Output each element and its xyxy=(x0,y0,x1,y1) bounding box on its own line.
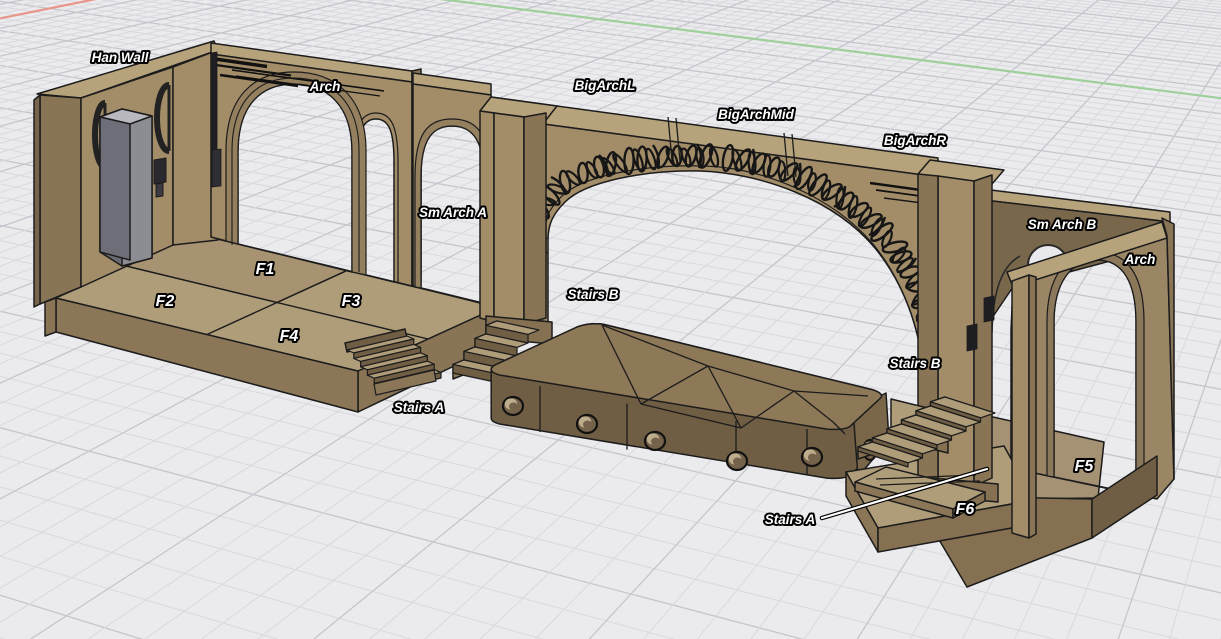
svg-text:F1: F1 xyxy=(256,261,275,278)
svg-text:Stairs B: Stairs B xyxy=(889,356,940,371)
svg-text:BigArchL: BigArchL xyxy=(575,78,636,93)
svg-text:Arch: Arch xyxy=(1124,252,1156,267)
svg-text:Stairs A: Stairs A xyxy=(394,400,445,415)
svg-text:Sm Arch B: Sm Arch B xyxy=(1028,217,1097,232)
svg-text:Stairs B: Stairs B xyxy=(567,287,618,302)
svg-text:F3: F3 xyxy=(342,293,361,310)
svg-text:F5: F5 xyxy=(1075,458,1095,475)
svg-text:F4: F4 xyxy=(280,328,299,345)
svg-text:BigArchMid: BigArchMid xyxy=(718,107,795,122)
svg-text:Stairs A: Stairs A xyxy=(765,512,816,527)
svg-text:BigArchR: BigArchR xyxy=(884,133,947,148)
svg-text:F2: F2 xyxy=(156,293,175,310)
svg-text:Han Wall: Han Wall xyxy=(92,50,149,65)
svg-text:F6: F6 xyxy=(956,501,975,518)
svg-text:Arch: Arch xyxy=(309,79,341,94)
svg-text:Sm Arch A: Sm Arch A xyxy=(419,205,487,220)
